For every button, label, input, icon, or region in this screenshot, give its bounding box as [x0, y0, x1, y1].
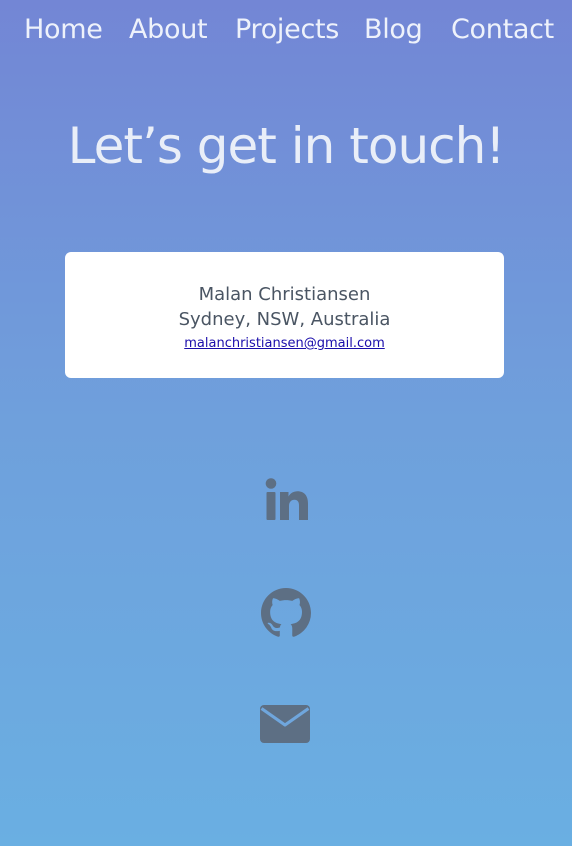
- contact-email-link[interactable]: malanchristiansen@gmail.com: [184, 335, 385, 353]
- top-navigation: Home About Projects Blog Contact: [0, 12, 572, 48]
- nav-home-link[interactable]: Home: [24, 12, 103, 48]
- mail-link[interactable]: [260, 704, 312, 744]
- nav-contact-link[interactable]: Contact: [451, 12, 554, 48]
- page-heading: Let’s get in touch!: [67, 117, 506, 175]
- contact-card: Malan Christiansen Sydney, NSW, Australi…: [65, 252, 504, 378]
- nav-projects-link[interactable]: Projects: [235, 12, 339, 48]
- nav-blog-link[interactable]: Blog: [364, 12, 423, 48]
- github-social-row: [0, 588, 572, 638]
- mail-icon: [260, 705, 310, 743]
- github-link[interactable]: [261, 588, 311, 638]
- nav-about-link[interactable]: About: [129, 12, 208, 48]
- github-icon: [261, 588, 311, 637]
- mail-social-row: [0, 704, 572, 744]
- linkedin-link[interactable]: [263, 476, 309, 522]
- linkedin-social-row: [0, 476, 572, 522]
- contact-name: Malan Christiansen: [198, 284, 371, 305]
- contact-location: Sydney, NSW, Australia: [178, 309, 391, 330]
- linkedin-icon: [265, 478, 308, 520]
